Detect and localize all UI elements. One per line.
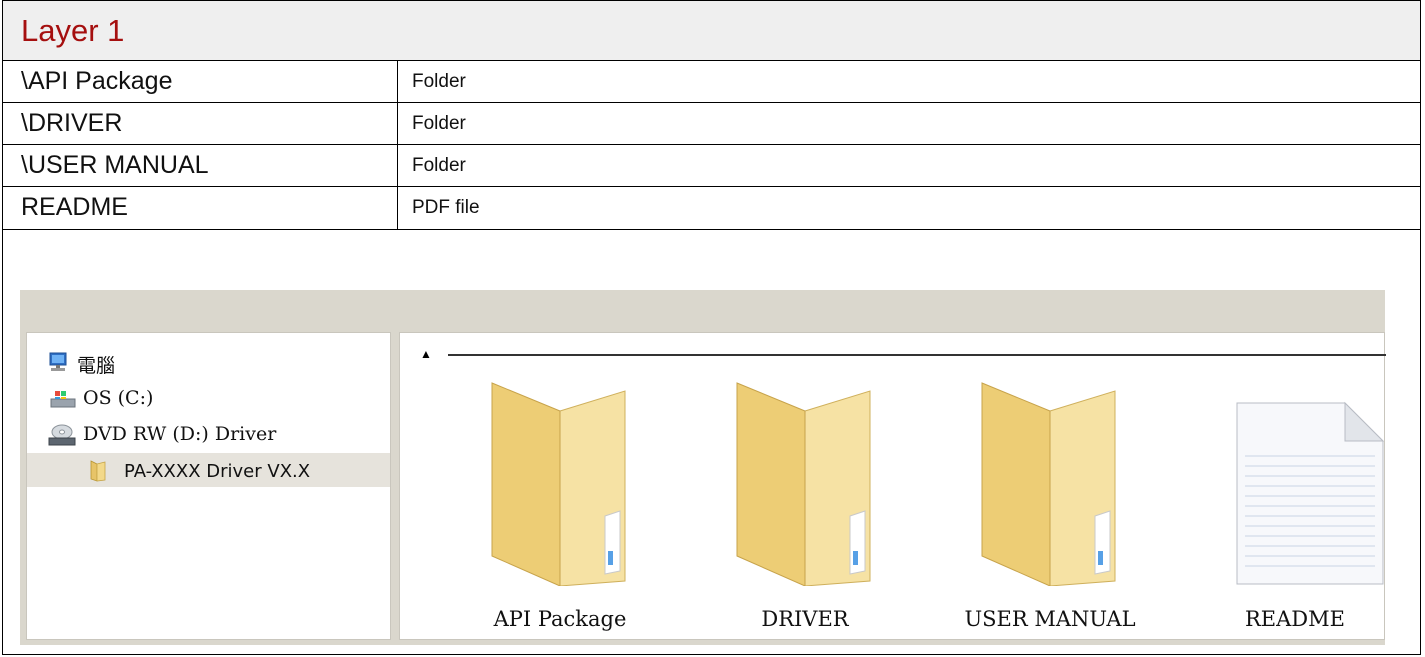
navigation-pane: 電腦 OS (C:) DVD RW (D:) Driver PA-XXXX Dr… [26, 332, 391, 640]
nav-label: PA-XXXX Driver VX.X [124, 461, 311, 482]
row-name: \DRIVER [21, 109, 123, 137]
explorer-screenshot: 電腦 OS (C:) DVD RW (D:) Driver PA-XXXX Dr… [20, 290, 1386, 645]
file-label: README [1245, 607, 1345, 631]
row-name-cell: \API Package [3, 61, 398, 102]
nav-label: 電腦 [77, 355, 116, 377]
dvd-drive-icon [48, 424, 76, 446]
column-header-line [448, 354, 1386, 356]
row-name-cell: README [3, 187, 398, 229]
file-item-readme[interactable]: README [1175, 381, 1415, 631]
row-name: \USER MANUAL [21, 151, 209, 179]
nav-item-dvd-drive[interactable]: DVD RW (D:) Driver [27, 417, 390, 451]
table-row: \API Package Folder [3, 61, 1420, 103]
table-title: Layer 1 [21, 13, 125, 48]
nav-item-os-drive[interactable]: OS (C:) [27, 381, 390, 415]
row-desc: Folder [412, 71, 466, 92]
row-desc: PDF file [412, 197, 480, 218]
row-desc: Folder [412, 155, 466, 176]
file-label: API Package [493, 607, 627, 631]
title-row: Layer 1 [3, 1, 1420, 61]
folder-icon [981, 382, 1116, 586]
document-icon [1236, 401, 1385, 585]
folder-icon [90, 460, 106, 482]
nav-item-computer[interactable]: 電腦 [27, 345, 390, 379]
computer-icon [49, 352, 67, 371]
nav-item-driver-folder[interactable]: PA-XXXX Driver VX.X [27, 453, 390, 487]
table-row: \DRIVER Folder [3, 103, 1420, 145]
table-row: \USER MANUAL Folder [3, 145, 1420, 187]
file-label: DRIVER [761, 607, 849, 631]
windows-drive-icon [50, 391, 76, 408]
row-name-cell: \USER MANUAL [3, 145, 398, 186]
folder-icon [491, 382, 626, 586]
nav-label: DVD RW (D:) Driver [83, 423, 277, 445]
row-name: README [21, 193, 128, 221]
file-label: USER MANUAL [964, 607, 1136, 631]
sort-up-arrow-icon[interactable]: ▲ [420, 347, 432, 361]
row-desc: Folder [412, 113, 466, 134]
content-pane: ▲ API Package DRIVER USER MANUAL README [399, 332, 1386, 640]
table-row: README PDF file [3, 187, 1420, 230]
nav-label: OS (C:) [83, 387, 154, 409]
row-name-cell: \DRIVER [3, 103, 398, 144]
file-item-api-package[interactable]: API Package [440, 381, 680, 631]
folder-icon [736, 382, 871, 586]
row-name: \API Package [21, 67, 173, 95]
file-item-user-manual[interactable]: USER MANUAL [930, 381, 1170, 631]
file-item-driver[interactable]: DRIVER [685, 381, 925, 631]
